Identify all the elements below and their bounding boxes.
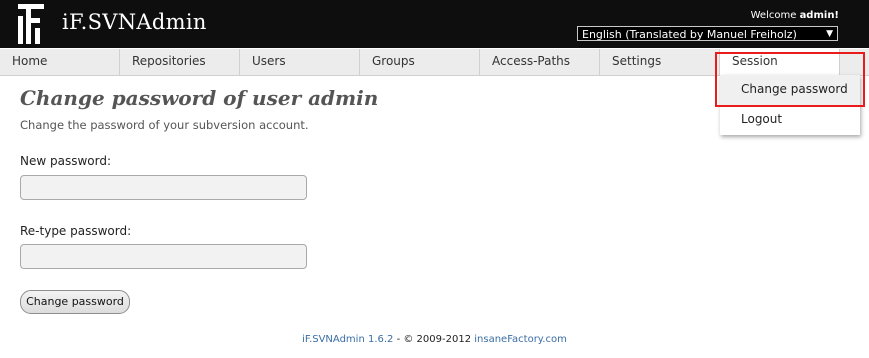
page-title: Change password of user admin xyxy=(20,86,379,110)
language-select-value: English (Translated by Manuel Freiholz) xyxy=(582,28,797,41)
highlight-annotation-box xyxy=(715,52,865,107)
welcome-text: Welcome admin! xyxy=(751,10,839,21)
nav-item-repositories[interactable]: Repositories xyxy=(120,49,240,75)
footer-copyright: - © 2009-2012 xyxy=(393,334,475,345)
welcome-user: admin! xyxy=(799,10,839,21)
new-password-input[interactable] xyxy=(20,175,307,200)
footer-product-link[interactable]: iF.SVNAdmin 1.6.2 xyxy=(302,334,393,345)
nav-item-users[interactable]: Users xyxy=(240,49,360,75)
nav-item-home[interactable]: Home xyxy=(0,49,120,75)
footer: iF.SVNAdmin 1.6.2 - © 2009-2012 insaneFa… xyxy=(0,334,869,345)
footer-company-link[interactable]: insaneFactory.com xyxy=(474,334,567,345)
retype-password-input[interactable] xyxy=(20,244,307,269)
nav-item-settings[interactable]: Settings xyxy=(600,49,720,75)
language-select[interactable]: English (Translated by Manuel Freiholz) … xyxy=(577,26,838,41)
nav-item-groups[interactable]: Groups xyxy=(360,49,480,75)
header-bar: iF.SVNAdmin Welcome admin! English (Tran… xyxy=(0,0,869,48)
retype-password-label: Re-type password: xyxy=(20,224,132,238)
change-password-button[interactable]: Change password xyxy=(20,290,130,314)
page-subtitle: Change the password of your subversion a… xyxy=(20,118,309,132)
app-title: iF.SVNAdmin xyxy=(62,10,207,34)
app-logo-icon xyxy=(18,4,44,44)
nav-item-access-paths[interactable]: Access-Paths xyxy=(480,49,600,75)
new-password-label: New password: xyxy=(20,154,112,168)
welcome-prefix: Welcome xyxy=(750,10,797,21)
menu-item-logout[interactable]: Logout xyxy=(720,105,860,135)
chevron-down-icon: ▼ xyxy=(826,29,833,39)
